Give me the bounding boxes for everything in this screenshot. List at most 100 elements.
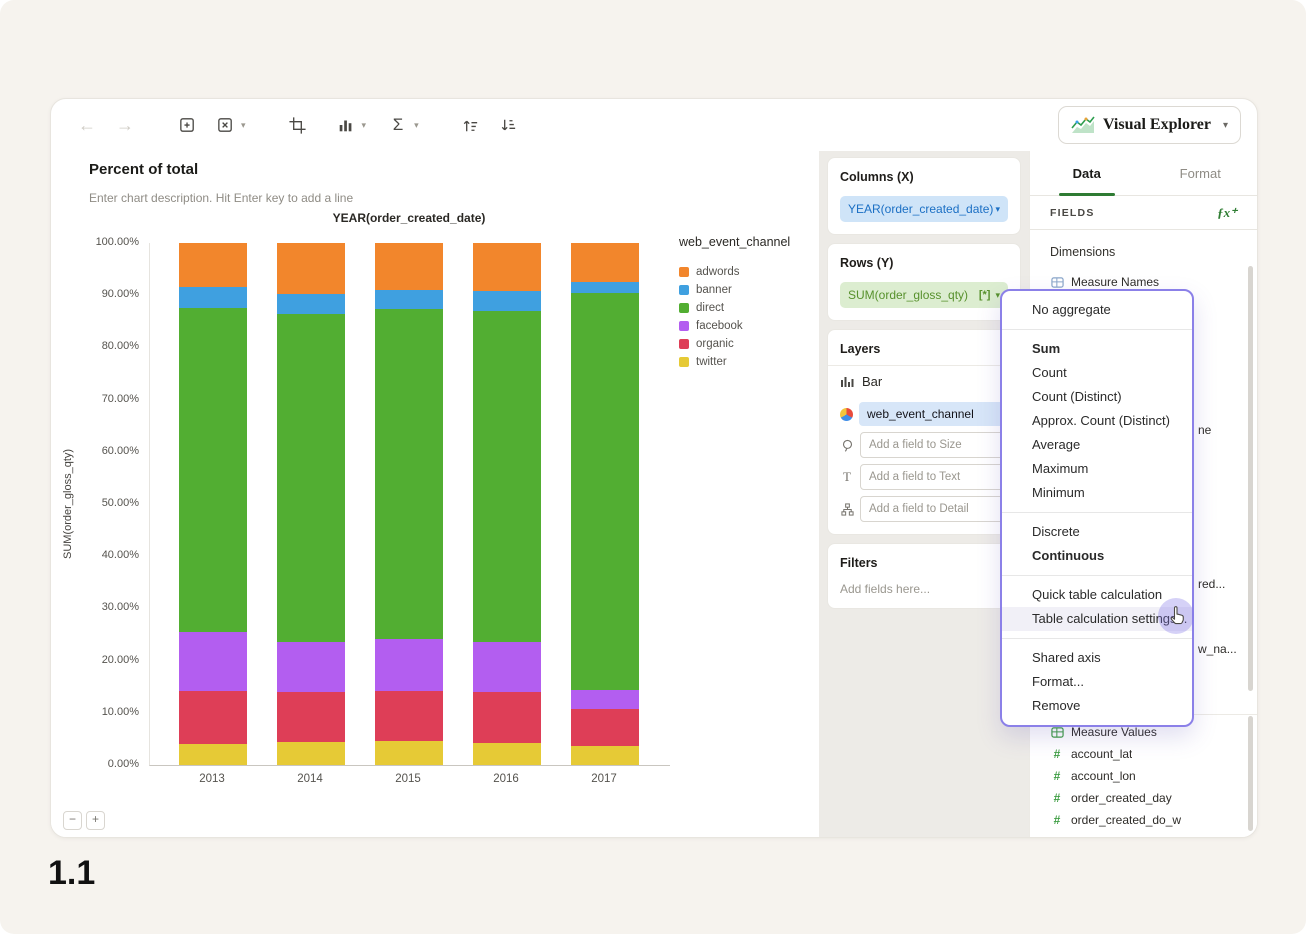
- fields-scrollbar[interactable]: [1248, 266, 1253, 691]
- menu-item-sum[interactable]: Sum: [1002, 337, 1192, 361]
- legend-item-organic[interactable]: organic: [679, 335, 819, 353]
- menu-item-quick-table-calculation[interactable]: Quick table calculation: [1002, 583, 1192, 607]
- bar-segment-organic[interactable]: [473, 691, 541, 744]
- menu-item-discrete[interactable]: Discrete: [1002, 520, 1192, 544]
- chevron-down-icon[interactable]: ▾: [414, 120, 419, 131]
- menu-item-shared-axis[interactable]: Shared axis: [1002, 646, 1192, 670]
- filters-drop-target[interactable]: Add fields here...: [840, 582, 1008, 596]
- menu-item-count-distinct[interactable]: Count (Distinct): [1002, 385, 1192, 409]
- text-field-slot[interactable]: Add a field to Text: [860, 464, 1008, 490]
- stacked-bar-2015[interactable]: [375, 243, 443, 765]
- columns-field-pill[interactable]: YEAR(order_created_date) ▾: [840, 196, 1008, 222]
- menu-item-approx-count-distinct[interactable]: Approx. Count (Distinct): [1002, 409, 1192, 433]
- zoom-in-button[interactable]: +: [86, 811, 105, 830]
- menu-item-format[interactable]: Format...: [1002, 670, 1192, 694]
- y-axis-tick: 100.00%: [95, 236, 139, 248]
- sort-descending-button[interactable]: [495, 111, 523, 139]
- visual-explorer-logo-icon: [1071, 116, 1095, 133]
- bar-segment-facebook[interactable]: [179, 631, 247, 691]
- bar-segment-adwords[interactable]: [473, 243, 541, 291]
- bar-segment-banner[interactable]: [473, 290, 541, 312]
- workbook-switcher[interactable]: Visual Explorer ▾: [1057, 106, 1241, 144]
- bar-segment-adwords[interactable]: [375, 243, 443, 290]
- measure-item-account-lat[interactable]: # account_lat: [1030, 743, 1257, 765]
- legend-item-twitter[interactable]: twitter: [679, 353, 819, 371]
- measure-item-account-lon[interactable]: # account_lon: [1030, 765, 1257, 787]
- chart-type-button[interactable]: [332, 111, 360, 139]
- menu-item-table-calculation-settings[interactable]: Table calculation settings...: [1002, 607, 1192, 631]
- size-field-slot[interactable]: Add a field to Size: [860, 432, 1008, 458]
- menu-item-maximum[interactable]: Maximum: [1002, 457, 1192, 481]
- bar-segment-direct[interactable]: [571, 293, 639, 691]
- chart-title[interactable]: Percent of total: [89, 161, 198, 178]
- stacked-bar-2017[interactable]: [571, 243, 639, 765]
- chart-description-placeholder[interactable]: Enter chart description. Hit Enter key t…: [89, 191, 353, 205]
- back-button[interactable]: ←: [73, 111, 101, 139]
- legend-item-direct[interactable]: direct: [679, 299, 819, 317]
- measure-item-order-created-do-w[interactable]: # order_created_do_w: [1030, 809, 1257, 831]
- mark-type-row[interactable]: Bar: [840, 370, 1008, 392]
- bar-segment-facebook[interactable]: [375, 638, 443, 691]
- tab-data[interactable]: Data: [1030, 151, 1144, 196]
- bar-segment-organic[interactable]: [571, 709, 639, 747]
- color-field-pill[interactable]: web_event_channel: [859, 402, 1008, 426]
- bar-segment-facebook[interactable]: [571, 690, 639, 710]
- rows-field-pill[interactable]: SUM(order_gloss_qty) [*] ▾: [840, 282, 1008, 308]
- measure-item-order-created-day[interactable]: # order_created_day: [1030, 787, 1257, 809]
- menu-item-count[interactable]: Count: [1002, 361, 1192, 385]
- bar-segment-banner[interactable]: [571, 282, 639, 294]
- bar-segment-twitter[interactable]: [375, 741, 443, 765]
- sort-ascending-button[interactable]: [457, 111, 485, 139]
- swap-axes-button[interactable]: [284, 111, 312, 139]
- duplicate-chart-button[interactable]: [173, 111, 201, 139]
- tab-format[interactable]: Format: [1144, 151, 1258, 195]
- chevron-down-icon[interactable]: ▾: [241, 120, 246, 131]
- color-encoding-icon[interactable]: [840, 407, 853, 421]
- bar-segment-banner[interactable]: [179, 287, 247, 309]
- measures-scrollbar[interactable]: [1248, 716, 1253, 831]
- menu-item-minimum[interactable]: Minimum: [1002, 481, 1192, 505]
- bar-segment-organic[interactable]: [179, 690, 247, 745]
- bar-segment-direct[interactable]: [375, 309, 443, 639]
- y-axis-tick: 70.00%: [101, 392, 139, 405]
- bar-segment-adwords[interactable]: [277, 243, 345, 294]
- bar-segment-facebook[interactable]: [277, 641, 345, 692]
- bar-segment-adwords[interactable]: [571, 243, 639, 283]
- menu-item-continuous[interactable]: Continuous: [1002, 544, 1192, 568]
- table-calc-badge: [*]: [978, 289, 991, 301]
- legend-item-adwords[interactable]: adwords: [679, 263, 819, 281]
- chevron-down-icon[interactable]: ▾: [995, 204, 1000, 215]
- zoom-out-button[interactable]: −: [63, 811, 82, 830]
- bar-segment-organic[interactable]: [375, 690, 443, 741]
- detail-field-slot[interactable]: Add a field to Detail: [860, 496, 1008, 522]
- menu-item-remove[interactable]: Remove: [1002, 694, 1192, 718]
- legend-item-facebook[interactable]: facebook: [679, 317, 819, 335]
- field-label: account_lon: [1071, 769, 1136, 783]
- bar-segment-banner[interactable]: [277, 293, 345, 314]
- add-formula-button[interactable]: ƒx⁺: [1217, 205, 1237, 221]
- stacked-bar-2014[interactable]: [277, 243, 345, 765]
- chart-canvas: Percent of total Enter chart description…: [51, 151, 819, 837]
- x-axis-tick: 2017: [591, 773, 617, 785]
- stacked-bar-2013[interactable]: [179, 243, 247, 765]
- bar-segment-banner[interactable]: [375, 289, 443, 310]
- bar-segment-twitter[interactable]: [473, 743, 541, 765]
- bar-segment-twitter[interactable]: [571, 746, 639, 765]
- remove-chart-button[interactable]: [211, 111, 239, 139]
- stacked-bar-2016[interactable]: [473, 243, 541, 765]
- bar-segment-organic[interactable]: [277, 691, 345, 743]
- bar-segment-direct[interactable]: [179, 308, 247, 632]
- forward-button[interactable]: →: [111, 111, 139, 139]
- aggregate-button[interactable]: Σ: [384, 111, 412, 139]
- legend-item-banner[interactable]: banner: [679, 281, 819, 299]
- y-axis-tick: 90.00%: [101, 288, 139, 301]
- bar-segment-facebook[interactable]: [473, 642, 541, 692]
- menu-item-no-aggregate[interactable]: No aggregate: [1002, 298, 1192, 322]
- chevron-down-icon[interactable]: ▾: [362, 120, 367, 131]
- bar-segment-twitter[interactable]: [179, 744, 247, 765]
- bar-segment-direct[interactable]: [473, 311, 541, 643]
- bar-segment-direct[interactable]: [277, 313, 345, 642]
- bar-segment-adwords[interactable]: [179, 243, 247, 288]
- menu-item-average[interactable]: Average: [1002, 433, 1192, 457]
- bar-segment-twitter[interactable]: [277, 742, 345, 765]
